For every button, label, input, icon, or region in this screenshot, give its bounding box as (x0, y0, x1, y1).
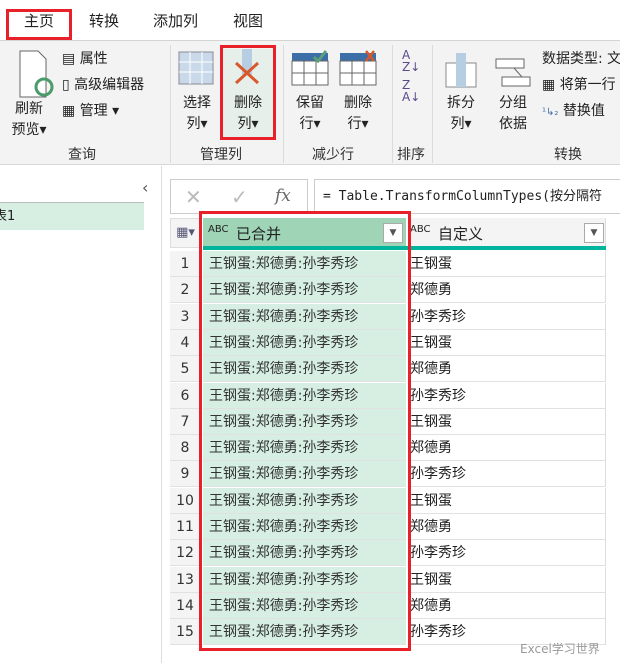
row-number[interactable]: 8 (170, 435, 201, 462)
table-cell[interactable]: 王钢蛋 (408, 487, 606, 514)
formula-input[interactable]: = Table.TransformColumnTypes(按分隔符 (314, 179, 620, 214)
table-cell[interactable]: 孙李秀珍 (408, 461, 606, 488)
group-label-manage-columns: 管理列 (200, 147, 242, 163)
refresh-icon (19, 50, 54, 98)
row-number[interactable]: 14 (170, 592, 201, 619)
row-number[interactable]: 13 (170, 566, 201, 593)
row-number[interactable]: 12 (170, 540, 201, 567)
tab-add-column[interactable]: 添加列 (153, 10, 198, 31)
table-cell[interactable]: 王钢蛋 (408, 566, 606, 593)
row-number[interactable]: 6 (170, 382, 201, 409)
table-cell[interactable]: 王钢蛋 (408, 408, 606, 435)
highlight-box (220, 45, 276, 140)
use-first-row-button[interactable]: ▦ 将第一行 (542, 75, 616, 96)
remove-rows-button[interactable]: 删除 行▾ (338, 49, 380, 132)
row-number[interactable]: 10 (170, 487, 201, 514)
filter-dropdown-button[interactable]: ▼ (584, 223, 604, 243)
keep-rows-button[interactable]: 保留 行▾ (290, 49, 332, 132)
query-item[interactable]: 表1 (0, 202, 144, 230)
table-cell[interactable]: 孙李秀珍 (408, 540, 606, 567)
formula-controls: ✕ ✓ fx (170, 179, 308, 214)
split-column-button[interactable]: 拆分 列▾ (442, 49, 482, 132)
cancel-icon[interactable]: ✕ (185, 185, 202, 209)
sort-ascending-icon[interactable]: A Z↓ (402, 49, 420, 73)
split-column-icon (445, 53, 477, 88)
tab-transform[interactable]: 转换 (89, 10, 119, 31)
table-cell[interactable]: 郑德勇 (408, 435, 606, 462)
watermark: Excel学习世界 (520, 642, 600, 656)
row-number[interactable]: 7 (170, 408, 201, 435)
table-menu-icon[interactable]: ▦▾ (170, 218, 201, 248)
column-header-custom[interactable]: ABC 自定义 ▼ (408, 218, 606, 248)
row-number[interactable]: 15 (170, 619, 201, 646)
data-type-dropdown[interactable]: 数据类型: 文 (542, 49, 620, 70)
table-cell[interactable]: 郑德勇 (408, 277, 606, 304)
row-number[interactable]: 4 (170, 329, 201, 356)
table-cell[interactable]: 孙李秀珍 (408, 303, 606, 330)
table-cell[interactable]: 郑德勇 (408, 356, 606, 383)
table-cell[interactable]: 郑德勇 (408, 592, 606, 619)
group-label-query: 查询 (68, 147, 96, 163)
remove-rows-icon (339, 50, 377, 86)
row-number[interactable]: 3 (170, 303, 201, 330)
row-number[interactable]: 11 (170, 514, 201, 540)
row-number[interactable]: 5 (170, 356, 201, 383)
fx-icon[interactable]: fx (275, 186, 291, 206)
group-label-sort: 排序 (397, 147, 425, 163)
sort-descending-icon[interactable]: Z A↓ (402, 79, 420, 103)
collapse-chevron-icon[interactable]: ‹ (142, 178, 148, 197)
queries-pane: ‹ 表1 (0, 166, 162, 663)
group-by-icon (495, 58, 531, 87)
text-type-icon[interactable]: ABC (410, 224, 431, 235)
ribbon: 刷新 预览▾ ▤ 属性 ▯ 高级编辑器 ▦ 管理 ▾ 选择 列▾ 删除 列▾ 保留 行▾… (0, 41, 620, 165)
row-number[interactable]: 9 (170, 461, 201, 488)
choose-columns-button[interactable]: 选择 列▾ (178, 51, 216, 137)
table-cell[interactable]: 王钢蛋 (408, 251, 606, 277)
table-cell[interactable]: 王钢蛋 (408, 329, 606, 356)
tab-view[interactable]: 视图 (233, 10, 263, 31)
group-label-reduce-rows: 减少行 (312, 147, 354, 163)
group-label-transform: 转换 (554, 147, 582, 163)
table-cell[interactable]: 郑德勇 (408, 514, 606, 540)
highlight-box (199, 211, 411, 651)
keep-rows-icon (291, 50, 329, 86)
confirm-icon[interactable]: ✓ (231, 185, 248, 209)
row-number[interactable]: 1 (170, 251, 201, 277)
table-cell[interactable]: 孙李秀珍 (408, 382, 606, 409)
row-number[interactable]: 2 (170, 277, 201, 304)
advanced-editor-button[interactable]: ▯ 高级编辑器 (62, 75, 144, 96)
replace-values-button[interactable]: ¹↳₂ 替换值 (542, 101, 605, 123)
manage-button[interactable]: ▦ 管理 ▾ (62, 101, 119, 122)
table-icon (178, 51, 214, 85)
refresh-preview-button[interactable]: 刷新 预览▾ (6, 49, 54, 138)
highlight-box (6, 9, 72, 40)
ribbon-tabs: 主页 转换 添加列 视图 (0, 0, 620, 41)
group-by-button[interactable]: 分组 依据 (494, 49, 534, 132)
properties-button[interactable]: ▤ 属性 (62, 49, 108, 70)
